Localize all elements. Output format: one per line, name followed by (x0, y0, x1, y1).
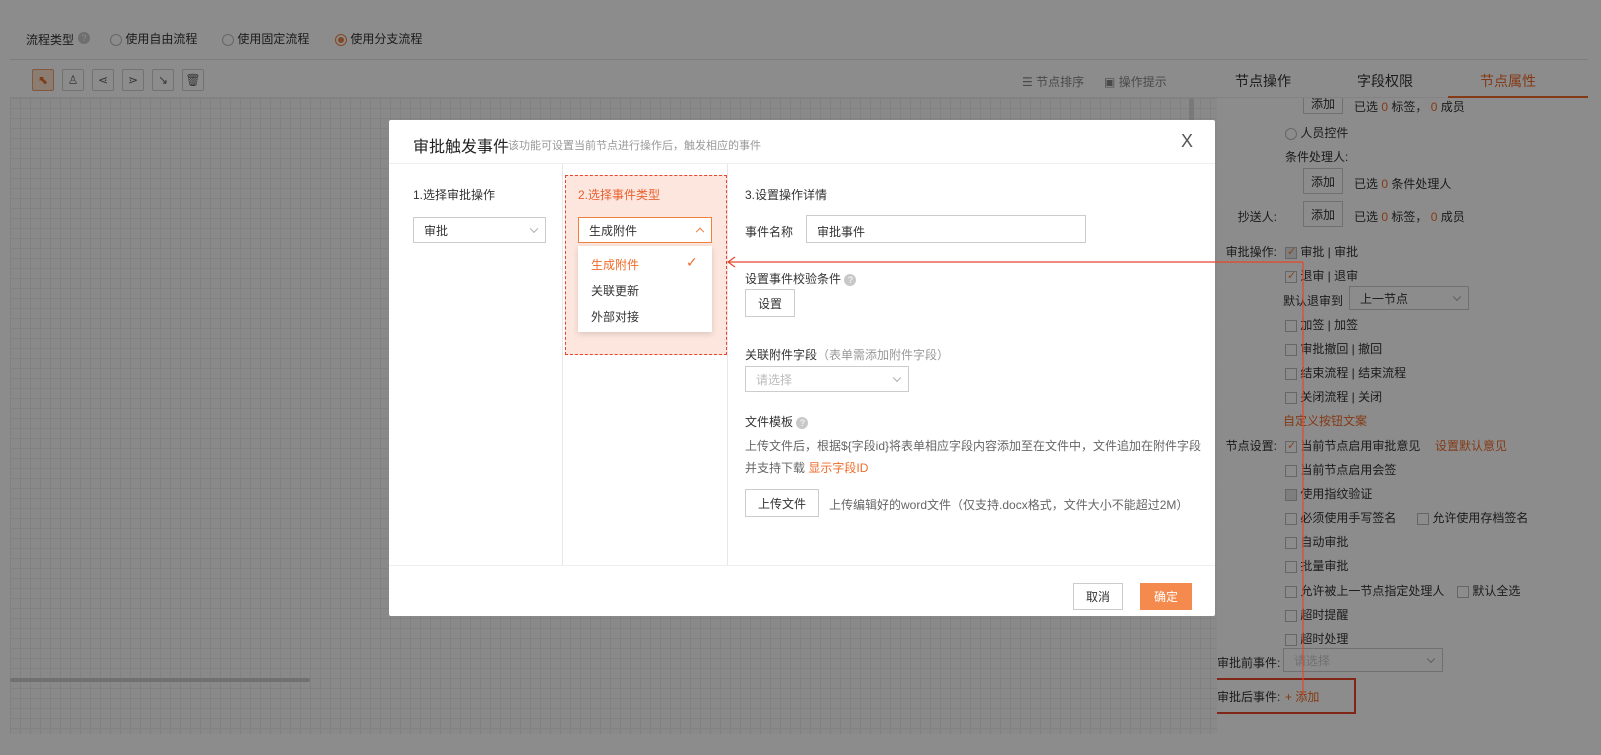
annotation-arrow (726, 256, 1304, 695)
page: 流程类型 ? 使用自由流程 使用固定流程 使用分支流程 ⬉ ♙ ⋖ ⋗ ↘ 🗑 … (0, 0, 1601, 755)
